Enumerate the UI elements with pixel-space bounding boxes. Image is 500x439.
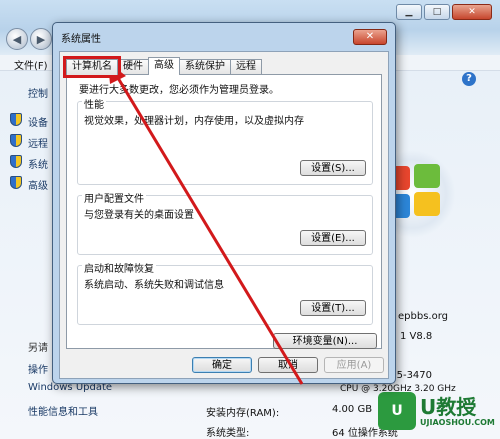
user-profiles-desc: 与您登录有关的桌面设置 <box>84 210 194 221</box>
dialog-title: 系统属性 <box>61 34 101 45</box>
dialog-close-button[interactable]: ✕ <box>353 29 387 45</box>
ok-button[interactable]: 确定 <box>192 357 252 373</box>
admin-note: 要进行大多数更改，您必须作为管理员登录。 <box>79 85 279 96</box>
sidebar-item-remote[interactable]: 远程 <box>28 135 48 150</box>
tab-remote[interactable]: 远程 <box>230 59 262 75</box>
startup-recovery-title: 启动和故障恢复 <box>82 260 156 275</box>
apply-button[interactable]: 应用(A) <box>324 357 384 373</box>
close-window-button[interactable]: ✕ <box>452 4 492 20</box>
oem-website[interactable]: epbbs.org <box>398 311 448 322</box>
tab-advanced[interactable]: 高级 <box>148 57 180 75</box>
startup-recovery-desc: 系统启动、系统失败和调试信息 <box>84 280 224 291</box>
shield-icon <box>10 113 22 126</box>
sidebar-link-performance[interactable]: 性能信息和工具 <box>28 403 98 418</box>
cancel-button[interactable]: 取消 <box>258 357 318 373</box>
performance-settings-button[interactable]: 设置(S)... <box>300 160 366 176</box>
shield-icon <box>10 134 22 147</box>
system-version: 1 V8.8 <box>400 331 433 342</box>
menu-file[interactable]: 文件(F) <box>14 57 48 72</box>
tab-system-protection[interactable]: 系统保护 <box>179 59 231 75</box>
sidebar-item-advanced[interactable]: 高级 <box>28 177 48 192</box>
startup-recovery-group: 启动和故障恢复 系统启动、系统失败和调试信息 设置(T)... <box>77 260 373 325</box>
forward-button[interactable]: ▶ <box>30 28 52 50</box>
user-profiles-group: 用户配置文件 与您登录有关的桌面设置 设置(E)... <box>77 190 373 255</box>
watermark-title: U教授 <box>420 394 477 419</box>
sidebar-home-link[interactable]: 控制 <box>28 85 48 100</box>
sidebar-item-system-protection[interactable]: 系统 <box>28 156 48 171</box>
startup-recovery-settings-button[interactable]: 设置(T)... <box>300 300 366 316</box>
sidebar-item-device-manager[interactable]: 设备 <box>28 114 48 129</box>
watermark-url: UJIAOSHOU.COM <box>420 417 495 427</box>
shield-icon <box>10 155 22 168</box>
tab-computer-name[interactable]: 计算机名 <box>63 56 121 78</box>
tab-hardware[interactable]: 硬件 <box>117 59 149 75</box>
minimize-button[interactable]: ▁ <box>396 4 422 20</box>
environment-variables-button[interactable]: 环境变量(N)... <box>273 333 377 349</box>
help-icon[interactable]: ? <box>462 72 476 86</box>
shield-icon <box>10 176 22 189</box>
system-properties-dialog: 系统属性 ✕ 计算机名 硬件 高级 系统保护 远程 要进行大多数更改，您必须作为… <box>52 22 396 384</box>
user-profiles-title: 用户配置文件 <box>82 190 146 205</box>
watermark-logo: U <box>378 392 416 430</box>
system-type-label: 系统类型: <box>206 428 250 439</box>
performance-title: 性能 <box>82 96 106 111</box>
see-also-heading: 另请 <box>28 343 48 354</box>
performance-group: 性能 视觉效果，处理器计划，内存使用，以及虚拟内存 设置(S)... <box>77 96 373 185</box>
back-button[interactable]: ◀ <box>6 28 28 50</box>
ram-label: 安装内存(RAM): <box>206 408 280 419</box>
ram-value: 4.00 GB <box>332 404 373 415</box>
dialog-body: 计算机名 硬件 高级 系统保护 远程 要进行大多数更改，您必须作为管理员登录。 … <box>59 51 389 379</box>
sidebar-link-action-center[interactable]: 操作 <box>28 361 48 376</box>
advanced-tab-panel: 要进行大多数更改，您必须作为管理员登录。 性能 视觉效果，处理器计划，内存使用，… <box>66 74 382 349</box>
watermark: U U教授 UJIAOSHOU.COM <box>378 386 496 436</box>
performance-desc: 视觉效果，处理器计划，内存使用，以及虚拟内存 <box>84 116 304 127</box>
user-profiles-settings-button[interactable]: 设置(E)... <box>300 230 366 246</box>
tab-strip: 计算机名 硬件 高级 系统保护 远程 <box>63 56 262 78</box>
sidebar: 控制 设备 远程 系统 高级 另请 操作 Windows Update 性能信息… <box>0 71 112 439</box>
maximize-button[interactable]: □ <box>424 4 450 20</box>
